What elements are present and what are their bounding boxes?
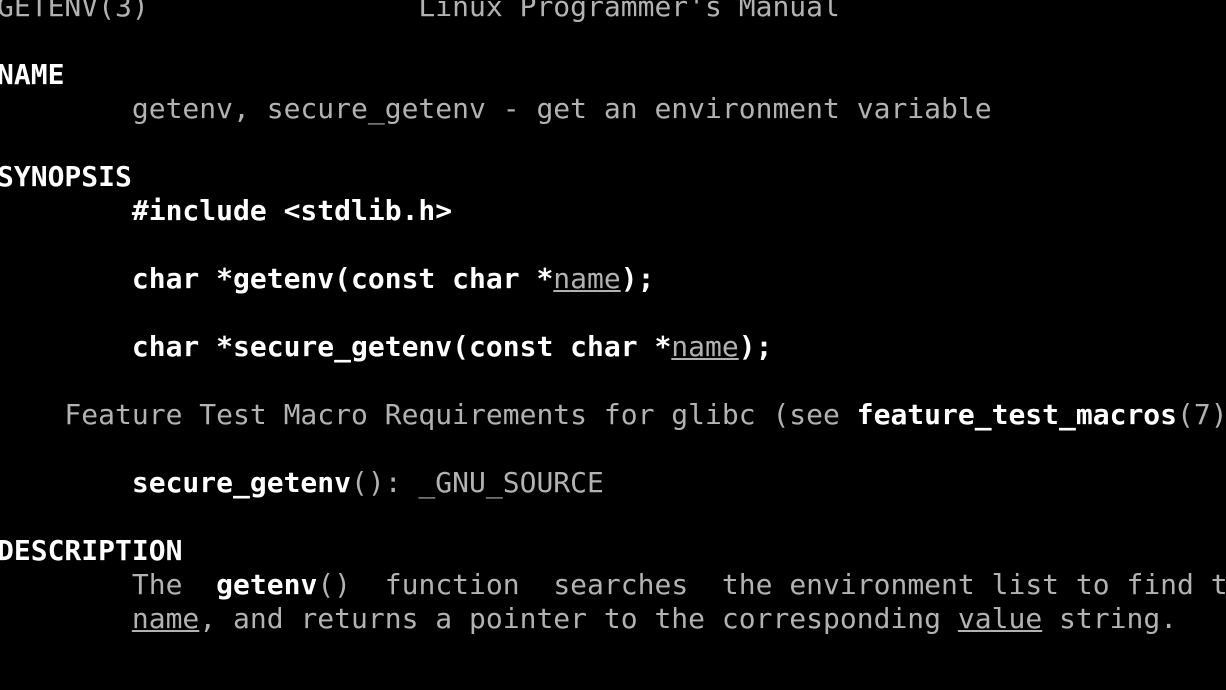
- text-run-bold: #include <stdlib.h>: [131, 194, 453, 227]
- text-run-dim: Feature Test Macro Requirements for glib…: [0, 398, 857, 431]
- text-run-ital: name: [131, 602, 200, 635]
- terminal-manpage-view[interactable]: GETENV(3) Linux Programmer's Manual NAME…: [0, 0, 1226, 690]
- manpage-header: GETENV(3) Linux Programmer's Manual: [0, 0, 1226, 24]
- section-heading-synopsis: SYNOPSIS: [0, 160, 1226, 194]
- section-heading-name: NAME: [0, 58, 1226, 92]
- text-run-bold: );: [738, 330, 773, 363]
- section-heading-description: DESCRIPTION: [0, 534, 1226, 568]
- text-run-dim: (): _GNU_SOURCE: [351, 466, 604, 499]
- manpage-line: char *getenv(const char *name);: [0, 262, 1226, 296]
- text-run-dim: [0, 330, 132, 363]
- manpage-line: The getenv() function searches the envir…: [0, 568, 1226, 602]
- text-run-ital: value: [957, 602, 1043, 635]
- manpage-line: secure_getenv(): _GNU_SOURCE: [0, 466, 1226, 500]
- text-run-bold: secure_getenv: [131, 466, 352, 499]
- text-run-dim: () function searches the environment lis…: [317, 568, 1226, 601]
- section-heading-text: DESCRIPTION: [0, 534, 183, 567]
- text-run-bold: );: [620, 262, 655, 295]
- text-run-bold: feature_test_macros: [856, 398, 1178, 431]
- text-run-dim: (7)): [1177, 398, 1226, 431]
- manpage-line: #include <stdlib.h>: [0, 194, 1226, 228]
- text-run-dim: [0, 262, 132, 295]
- manpage-line: char *secure_getenv(const char *name);: [0, 330, 1226, 364]
- manpage-line: Feature Test Macro Requirements for glib…: [0, 398, 1226, 432]
- manpage-line: getenv, secure_getenv - get an environme…: [0, 92, 1226, 126]
- text-run-bold: char *getenv(const char *: [131, 262, 554, 295]
- manpage-line: name, and returns a pointer to the corre…: [0, 602, 1226, 636]
- section-heading-text: SYNOPSIS: [0, 160, 132, 193]
- text-run-dim: [0, 602, 132, 635]
- text-run-bold: char *secure_getenv(const char *: [131, 330, 672, 363]
- text-run-bold: getenv: [216, 568, 318, 601]
- text-run-dim: , and returns a pointer to the correspon…: [199, 602, 958, 635]
- text-run-dim: [0, 466, 132, 499]
- text-run-ital: name: [553, 262, 621, 295]
- text-run-dim: string.: [1042, 602, 1178, 635]
- text-run-dim: The: [0, 568, 217, 601]
- section-heading-text: NAME: [0, 58, 65, 91]
- text-run-dim: getenv, secure_getenv - get an environme…: [0, 92, 992, 125]
- text-run-ital: name: [671, 330, 739, 363]
- manpage-header-text: GETENV(3) Linux Programmer's Manual: [0, 0, 840, 23]
- text-run-dim: [0, 194, 132, 227]
